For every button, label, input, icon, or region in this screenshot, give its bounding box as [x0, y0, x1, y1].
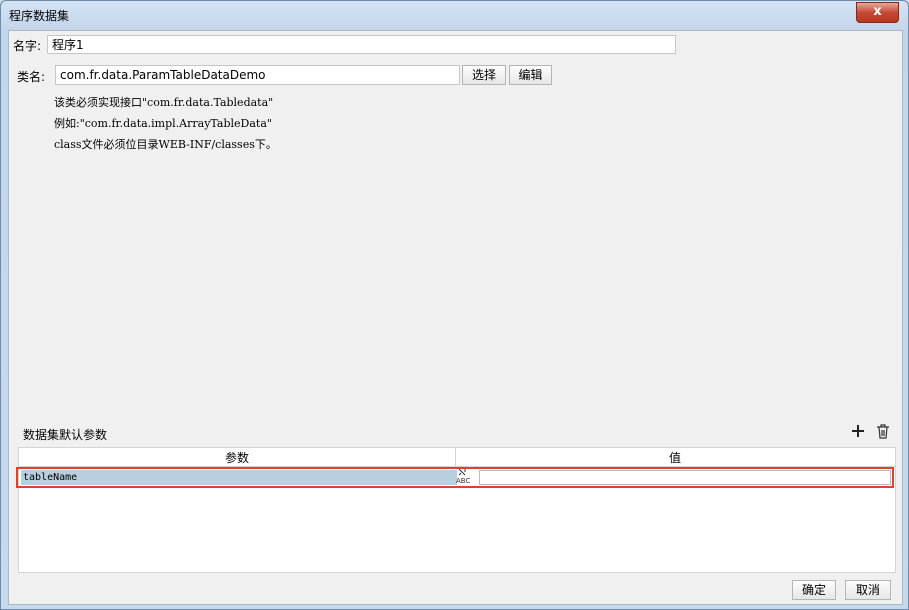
type-selector-icon[interactable]: ABC [456, 468, 478, 487]
close-icon: x [873, 4, 882, 19]
class-label: 类名: [17, 70, 46, 84]
dialog-window: 程序数据集 x 名字: 程序1 类名: com.fr.data.ParamTab… [0, 0, 909, 610]
info-line-example: 例如:"com.fr.data.impl.ArrayTableData" [54, 117, 272, 130]
param-value-field[interactable] [479, 470, 891, 485]
class-name-field[interactable]: com.fr.data.ParamTableDataDemo [55, 65, 460, 85]
column-header-value: 值 [668, 451, 681, 465]
plus-icon[interactable] [850, 424, 866, 442]
params-table: 参数 值 tableName ABC [16, 447, 896, 573]
info-line-interface: 该类必须实现接口"com.fr.data.Tabledata" [54, 96, 274, 109]
name-field[interactable]: 程序1 [47, 35, 676, 54]
param-name-cell[interactable]: tableName [21, 470, 457, 485]
info-line-classpath: class文件必须位目录WEB-INF/classes下。 [54, 138, 277, 151]
params-section-title: 数据集默认参数 [23, 428, 108, 442]
cancel-button[interactable]: 取消 [845, 580, 891, 600]
type-label: ABC [456, 477, 471, 485]
trash-icon[interactable] [875, 424, 891, 443]
table-header: 参数 值 [19, 448, 895, 467]
select-button[interactable]: 选择 [462, 65, 506, 85]
edit-button[interactable]: 编辑 [509, 65, 552, 85]
dialog-content: 名字: 程序1 类名: com.fr.data.ParamTableDataDe… [8, 30, 903, 605]
column-header-param: 参数 [224, 451, 249, 465]
close-button[interactable]: x [856, 2, 899, 23]
window-title: 程序数据集 [9, 9, 70, 23]
name-label: 名字: [13, 39, 42, 53]
title-bar: 程序数据集 x [1, 1, 908, 28]
ok-button[interactable]: 确定 [792, 580, 836, 600]
